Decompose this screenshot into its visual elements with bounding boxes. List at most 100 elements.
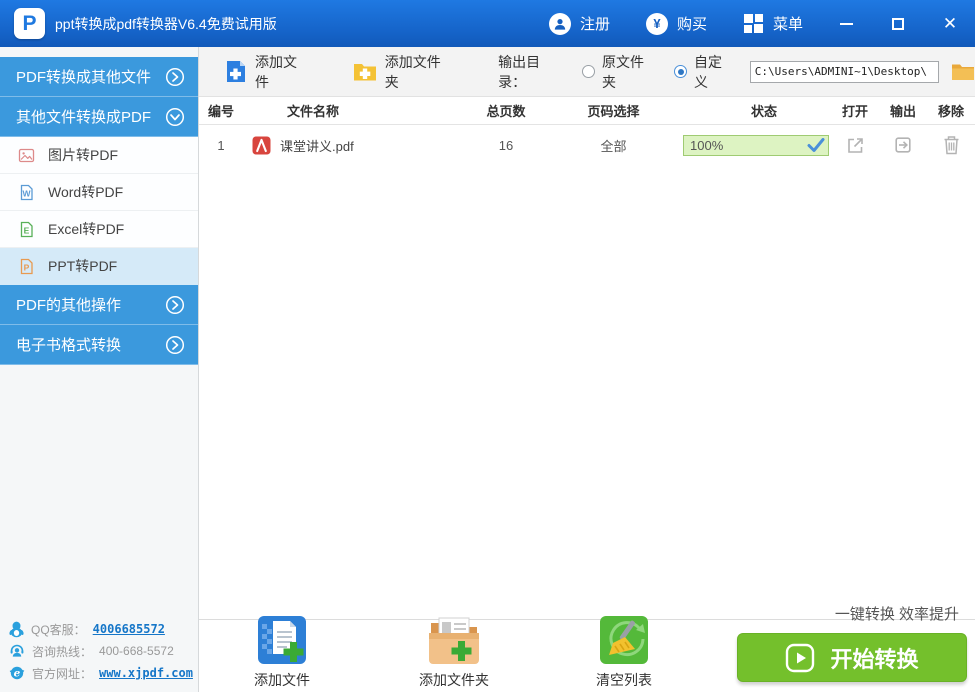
radio-unselected-icon[interactable] <box>582 65 595 78</box>
main-area: 添加文件 添加文件夹 输出目录： 原文件夹 自定义 C:\Users\ADMIN… <box>199 47 975 692</box>
folder-browse-icon <box>951 64 974 80</box>
headset-icon <box>9 643 25 659</box>
radio-original-folder[interactable]: 原文件夹 <box>582 52 656 92</box>
header-open: 打开 <box>841 104 868 119</box>
register-button[interactable]: 注册 <box>548 12 610 35</box>
sidebar-item-image-to-pdf[interactable]: 图片转PDF <box>0 137 198 174</box>
sidebar-item-label: Word转PDF <box>48 184 124 200</box>
header-page-select: 页码选择 <box>587 104 640 119</box>
clear-list-icon <box>600 616 648 664</box>
sidebar: PDF转换成其他文件 其他文件转换成PDF 图片转PDF W Word转PDF … <box>0 47 199 692</box>
hotline-label: 咨询热线： <box>32 644 93 659</box>
row-page-select[interactable]: 全部 <box>556 136 671 155</box>
bottom-action-bar: 添加文件 添加文件夹 清空列表 一键转换 效率提升 开始转换 <box>199 606 975 692</box>
start-convert-button[interactable]: 开始转换 <box>737 633 967 682</box>
picture-icon <box>18 147 35 164</box>
big-add-folder-icon <box>429 617 479 664</box>
header-filename: 文件名称 <box>287 104 340 119</box>
browse-folder-button[interactable] <box>951 62 975 81</box>
window-body: PDF转换成其他文件 其他文件转换成PDF 图片转PDF W Word转PDF … <box>0 47 975 692</box>
menu-label: 菜单 <box>772 16 803 33</box>
pdf-file-icon <box>252 136 271 155</box>
toolbar: 添加文件 添加文件夹 输出目录： 原文件夹 自定义 <box>199 47 975 97</box>
radio-original-label: 原文件夹 <box>602 53 644 90</box>
add-file-label: 添加文件 <box>255 53 297 90</box>
big-add-file-button[interactable]: 添加文件 <box>227 615 337 690</box>
radio-custom-label: 自定义 <box>694 53 723 90</box>
website-row: e 官方网址： www.xjpdf.com <box>9 662 193 684</box>
sidebar-nav: PDF转换成其他文件 其他文件转换成PDF 图片转PDF W Word转PDF … <box>0 57 198 365</box>
slogan-text: 一键转换 效率提升 <box>834 606 959 623</box>
yen-icon: ¥ <box>645 12 668 35</box>
website-link[interactable]: www.xjpdf.com <box>99 666 193 680</box>
qq-label: QQ客服： <box>31 622 86 637</box>
user-icon <box>548 12 571 35</box>
remove-file-button[interactable] <box>927 135 975 155</box>
sidebar-item-word-to-pdf[interactable]: W Word转PDF <box>0 174 198 211</box>
qq-support-row: QQ客服： 4006685572 <box>9 618 193 640</box>
sidebar-group-label: 电子书格式转换 <box>16 337 122 354</box>
clear-list-button[interactable]: 清空列表 <box>569 615 679 690</box>
titlebar: P ppt转换成pdf转换器V6.4免费试用版 注册 ¥ 购买 菜单 ✕ <box>0 0 975 47</box>
progress-bar: 100% <box>683 134 829 156</box>
output-dir-label: 输出目录： <box>498 53 541 90</box>
qq-icon <box>9 621 24 638</box>
add-folder-button[interactable]: 添加文件夹 <box>353 52 452 92</box>
sidebar-item-excel-to-pdf[interactable]: E Excel转PDF <box>0 211 198 248</box>
radio-custom-folder[interactable]: 自定义 <box>674 52 734 92</box>
register-label: 注册 <box>579 16 610 33</box>
row-filename: 课堂讲义.pdf <box>280 138 354 154</box>
sidebar-group-label: PDF的其他操作 <box>16 297 122 314</box>
ppt-doc-icon: P <box>18 258 35 275</box>
website-label: 官方网址： <box>32 666 93 681</box>
sidebar-item-label: 图片转PDF <box>48 147 118 163</box>
sidebar-group-label: 其他文件转换成PDF <box>16 109 152 126</box>
table-row[interactable]: 1 课堂讲义.pdf 16 全部 100% <box>199 125 975 165</box>
open-file-button[interactable] <box>831 135 879 156</box>
row-total-pages: 16 <box>498 137 514 153</box>
clear-list-label: 清空列表 <box>596 672 652 688</box>
header-remove: 移除 <box>937 104 964 119</box>
add-folder-icon <box>353 61 377 82</box>
row-status-cell: 100% <box>671 134 831 156</box>
maximize-button[interactable] <box>889 15 907 33</box>
buy-label: 购买 <box>676 16 707 33</box>
svg-text:P: P <box>24 262 30 272</box>
minimize-button[interactable] <box>837 15 855 33</box>
sidebar-group-pdf-other-ops[interactable]: PDF的其他操作 <box>0 285 198 325</box>
contact-info: QQ客服： 4006685572 咨询热线： 400-668-5572 e 官方… <box>9 618 193 684</box>
header-total-pages: 总页数 <box>486 104 526 119</box>
sidebar-group-pdf-to-other[interactable]: PDF转换成其他文件 <box>0 57 198 97</box>
hotline-number: 400-668-5572 <box>99 644 174 658</box>
close-button[interactable]: ✕ <box>941 15 959 33</box>
excel-doc-icon: E <box>18 221 35 238</box>
header-num: 编号 <box>207 104 234 119</box>
menu-button[interactable]: 菜单 <box>743 13 803 34</box>
sidebar-group-other-to-pdf[interactable]: 其他文件转换成PDF <box>0 97 198 137</box>
sidebar-item-ppt-to-pdf[interactable]: P PPT转PDF <box>0 248 198 285</box>
app-logo-icon: P <box>14 8 45 39</box>
big-add-folder-button[interactable]: 添加文件夹 <box>399 615 509 690</box>
radio-selected-icon[interactable] <box>674 65 688 78</box>
output-file-button[interactable] <box>879 135 927 155</box>
big-add-folder-label: 添加文件夹 <box>419 672 489 688</box>
chevron-right-circle-icon <box>165 295 185 315</box>
chevron-down-circle-icon <box>165 107 185 127</box>
app-window: P ppt转换成pdf转换器V6.4免费试用版 注册 ¥ 购买 菜单 ✕ PDF… <box>0 0 975 692</box>
row-number: 1 <box>217 137 225 153</box>
box-arrow-right-icon <box>895 137 911 153</box>
svg-text:W: W <box>22 188 31 198</box>
check-icon <box>807 137 825 156</box>
sidebar-group-ebook-convert[interactable]: 电子书格式转换 <box>0 325 198 365</box>
svg-text:E: E <box>24 225 30 235</box>
file-table-header: 编号 文件名称 总页数 页码选择 状态 打开 输出 移除 <box>199 97 975 125</box>
add-file-button[interactable]: 添加文件 <box>225 52 309 92</box>
header-output: 输出 <box>889 104 916 119</box>
output-path-input[interactable] <box>749 60 939 83</box>
add-file-icon <box>225 60 247 83</box>
qq-number-link[interactable]: 4006685572 <box>93 622 165 636</box>
header-status: 状态 <box>751 104 778 119</box>
sidebar-item-label: Excel转PDF <box>48 221 125 237</box>
browser-e-icon: e <box>9 665 25 681</box>
buy-button[interactable]: ¥ 购买 <box>645 12 707 35</box>
